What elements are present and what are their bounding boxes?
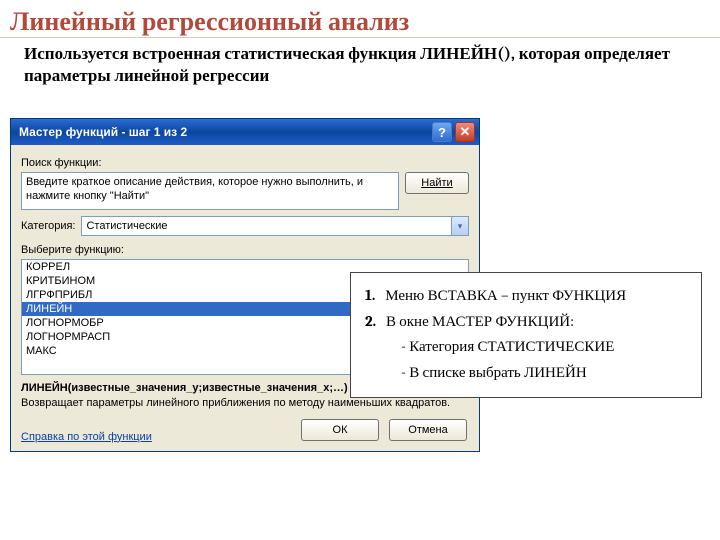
callout-line-1: 1. Меню ВСТАВКА – пункт ФУНКЦИЯ xyxy=(365,283,687,309)
instruction-callout: 1. Меню ВСТАВКА – пункт ФУНКЦИЯ 2. В окн… xyxy=(350,272,702,398)
callout-num-1: 1. xyxy=(365,286,375,304)
callout-sub-2: - В списке выбрать ЛИНЕЙН xyxy=(365,360,687,386)
callout-text-2: В окне МАСТЕР ФУНКЦИЙ: xyxy=(386,312,574,330)
close-button[interactable]: ✕ xyxy=(455,122,475,142)
function-desc-text: Возвращает параметры линейного приближен… xyxy=(21,396,469,411)
find-button[interactable]: Найти xyxy=(405,172,469,194)
search-label: Поиск функции: xyxy=(21,157,469,169)
dialog-title: Мастер функций - шаг 1 из 2 xyxy=(19,125,429,139)
category-value: Статистические xyxy=(86,220,167,232)
cancel-button[interactable]: Отмена xyxy=(389,419,467,441)
category-select[interactable]: Статистические ▾ xyxy=(81,216,469,236)
page-title: Линейный регрессионный анализ xyxy=(0,0,720,38)
dialog-button-row: Справка по этой функции ОК Отмена xyxy=(21,419,469,441)
category-label: Категория: xyxy=(21,220,75,232)
chevron-down-icon: ▾ xyxy=(451,217,468,235)
intro-before: Используется встроенная статистическая ф… xyxy=(24,45,420,64)
help-link[interactable]: Справка по этой функции xyxy=(21,431,152,443)
titlebar: Мастер функций - шаг 1 из 2 ? ✕ xyxy=(11,119,479,145)
intro-text: Используется встроенная статистическая ф… xyxy=(0,38,720,88)
ok-button[interactable]: ОК xyxy=(301,419,379,441)
callout-text-1: Меню ВСТАВКА – пункт ФУНКЦИЯ xyxy=(385,286,626,304)
help-button[interactable]: ? xyxy=(432,122,452,142)
select-function-label: Выберите функцию: xyxy=(21,244,469,256)
callout-sub-1: - Категория СТАТИСТИЧЕСКИЕ xyxy=(365,334,687,360)
search-input[interactable]: Введите краткое описание действия, котор… xyxy=(21,172,399,210)
callout-num-2: 2. xyxy=(365,312,376,330)
intro-function: ЛИНЕЙН() xyxy=(420,45,511,64)
callout-line-2: 2. В окне МАСТЕР ФУНКЦИЙ: xyxy=(365,309,687,335)
